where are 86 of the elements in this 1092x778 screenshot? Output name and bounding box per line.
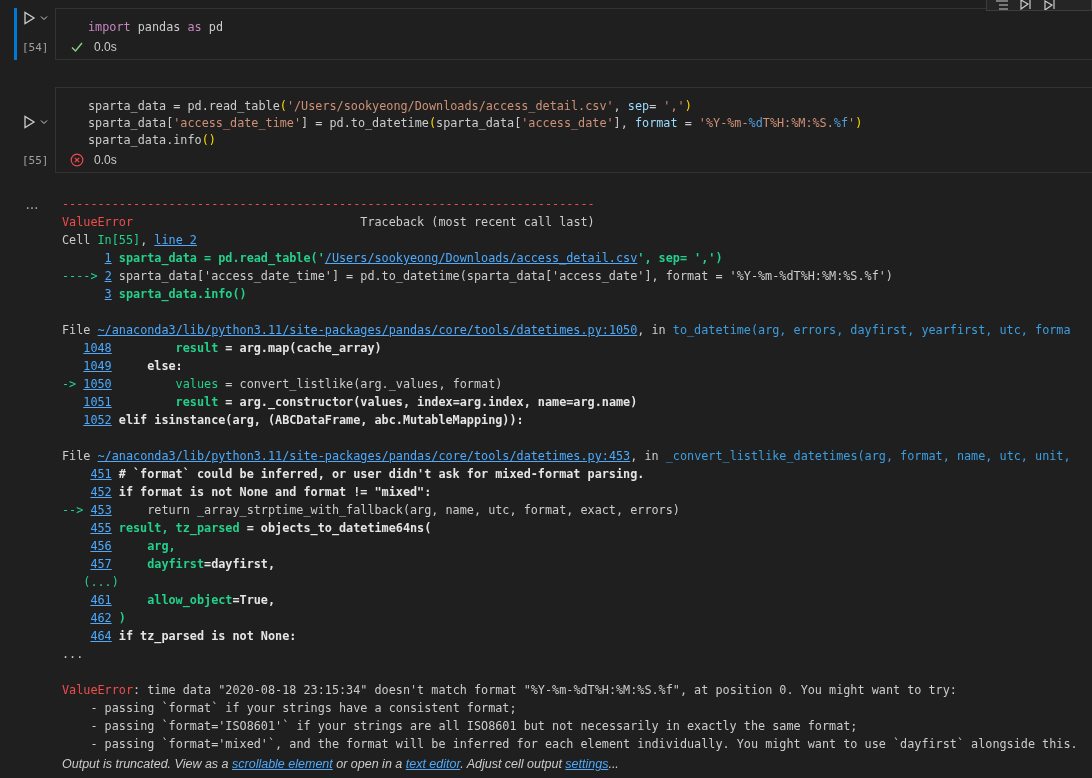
code-text: = objects_to_datetime64ns( xyxy=(245,521,432,535)
code-text: = convert_listlike(arg._values, format) xyxy=(224,377,503,391)
line-number-link[interactable]: 1048 xyxy=(83,341,112,355)
code-text: ', sep= ',') xyxy=(637,251,723,265)
traceback-line: ... xyxy=(62,646,85,663)
line-number-link[interactable]: 461 xyxy=(90,593,112,607)
code-text: , in xyxy=(630,449,660,463)
code-text: sparta_data.info() xyxy=(117,287,247,301)
code-text: File xyxy=(62,323,92,337)
code-line: sparta_data['access_date_time'] = pd.to_datetime(sparta_data['access_date'], format = '%Y-%m-%dT%H:%M:%S.%f') xyxy=(88,115,864,132)
code-cell[interactable]: import pandas as pd 0.0s xyxy=(55,8,1092,60)
traceback-line: ValueError: time data "2020-08-18 23:15:34" doesn't match format "%Y-%m-%dT%H:%M:%S.%f", at position 0. You might want to try: xyxy=(62,682,958,699)
chevron-icon[interactable] xyxy=(40,15,48,21)
code-text: return _array_strptime_with_fallback(arg, name, utc, format, exact, errors) xyxy=(146,503,680,517)
code-line: sparta_data.info() xyxy=(88,132,217,149)
line-number-link[interactable]: 2 xyxy=(104,269,112,283)
code-text: = arg.map(cache_array) xyxy=(224,341,382,355)
arrow-marker: ----> xyxy=(62,269,99,283)
execution-time: 0.0s xyxy=(94,40,117,54)
line-number-link[interactable]: 1050 xyxy=(83,377,112,391)
line-number-link[interactable]: 1051 xyxy=(83,395,112,409)
source-link[interactable]: line 2 xyxy=(154,233,197,247)
line-number-link[interactable]: 457 xyxy=(90,557,112,571)
code-text: dayfirst xyxy=(146,557,205,571)
traceback-line: - passing `format='mixed'`, and the format will be inferred for each element individually. You might want to use `dayfirst` alongside this. xyxy=(89,736,1078,753)
code-line: sparta_data = pd.read_table('/Users/sookyeong/Downloads/access_detail.csv', sep= ',') xyxy=(88,98,693,115)
line-number-link[interactable]: 462 xyxy=(90,611,112,625)
line-number-link[interactable]: 452 xyxy=(90,485,112,499)
source-link[interactable]: ~/anaconda3/lib/python3.11/site-packages/pandas/core/tools/datetimes.py:1050 xyxy=(97,323,638,337)
traceback-line: - passing `format` if your strings have a consistent format; xyxy=(89,700,518,717)
code-text: values xyxy=(174,377,219,391)
code-text: sparta_data = pd.read_table(' xyxy=(117,251,325,265)
chevron-icon[interactable] xyxy=(40,119,48,125)
code-text: In[55] xyxy=(97,233,141,247)
code-text: to_datetime(arg, errors, dayfirst, yearfirst, utc, forma xyxy=(672,323,1071,337)
notice-link[interactable]: settings xyxy=(565,757,609,771)
more-icon[interactable] xyxy=(26,206,38,210)
code-text: , in xyxy=(637,323,667,337)
traceback-line: - passing `format='ISO8601'` if your strings are all ISO8601 but not necessarily in exactly the same format; xyxy=(89,718,859,735)
code-cell[interactable] xyxy=(55,87,1092,173)
run-below-icon[interactable] xyxy=(1019,0,1033,10)
run-icon[interactable] xyxy=(22,11,36,25)
code-text: result xyxy=(174,341,219,355)
source-link[interactable]: /Users/sookyeong/Downloads/access_detail.csv xyxy=(324,251,638,265)
line-number-link[interactable]: 1052 xyxy=(83,413,112,427)
line-number-link[interactable]: 455 xyxy=(90,521,112,535)
line-number-link[interactable]: 453 xyxy=(90,503,112,517)
execution-count: [55] xyxy=(22,154,49,167)
code-text: arg, xyxy=(146,539,176,553)
code-text: if tz_parsed is not None: xyxy=(117,629,297,643)
arrow-marker: --> xyxy=(62,503,85,517)
code-text: _convert_listlike_datetimes(arg, format, name, utc, unit, xyxy=(665,449,1071,463)
code-text: = arg._constructor(values, index=arg.index, name=arg.name) xyxy=(224,395,638,409)
code-text: sparta_data['access_date_time'] = pd.to_datetime(sparta_data['access_date'], format = '%Y-%m-%dT%H:%M:%S.%f') xyxy=(117,269,893,283)
traceback-line: --------------------------------------------------------------------------- xyxy=(62,196,596,213)
line-number-link[interactable]: 451 xyxy=(90,467,112,481)
code-text: result, tz_parsed xyxy=(117,521,240,535)
code-text: if format is not None and format != "mixed": xyxy=(117,485,432,499)
code-line: import pandas as pd xyxy=(88,19,224,36)
traceback-line: (...) xyxy=(82,574,120,591)
line-number-link[interactable]: 3 xyxy=(104,287,112,301)
code-text: Cell xyxy=(62,233,92,247)
execution-count: [54] xyxy=(22,41,49,54)
code-text: , xyxy=(140,233,149,247)
list-icon[interactable] xyxy=(995,0,1009,10)
code-text: =True, xyxy=(232,593,276,607)
source-link[interactable]: ~/anaconda3/lib/python3.11/site-packages/pandas/core/tools/datetimes.py:453 xyxy=(97,449,631,463)
run-above-icon[interactable] xyxy=(1043,0,1057,10)
code-text: result xyxy=(174,395,219,409)
code-text: ) xyxy=(117,611,126,625)
execution-time: 0.0s xyxy=(94,153,117,167)
line-number-link[interactable]: 1 xyxy=(104,251,112,265)
code-text: File xyxy=(62,449,92,463)
code-text: =dayfirst, xyxy=(204,557,276,571)
line-number-link[interactable]: 464 xyxy=(90,629,112,643)
code-text: # `format` could be inferred, or user didn't ask for mixed-format parsing. xyxy=(117,467,645,481)
run-icon[interactable] xyxy=(22,115,36,129)
truncation-notice: Output is truncated. View as a scrollable element or open in a text editor. Adjust cell output settings... xyxy=(62,756,620,773)
code-text: else: xyxy=(146,359,183,373)
code-text: allow_object xyxy=(146,593,233,607)
traceback-line: ValueError Traceback (most recent call last) xyxy=(62,214,596,231)
arrow-marker: -> xyxy=(62,377,78,391)
notice-link[interactable]: scrollable element xyxy=(232,757,333,771)
line-number-link[interactable]: 456 xyxy=(90,539,112,553)
line-number-link[interactable]: 1049 xyxy=(83,359,112,373)
code-text: elif isinstance(arg, (ABCDataFrame, abc.MutableMapping)): xyxy=(117,413,524,427)
